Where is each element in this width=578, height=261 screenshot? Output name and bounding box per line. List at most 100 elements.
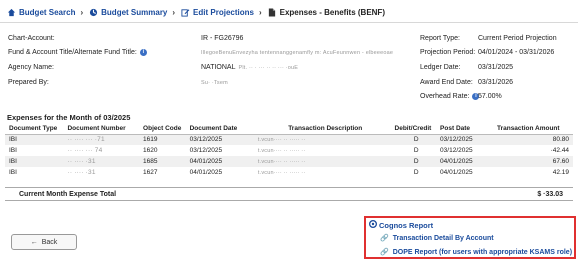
breadcrumb-label[interactable]: Budget Summary <box>101 8 167 17</box>
prepared-by-value-row: Su· ·Tsem <box>201 77 228 88</box>
column-header[interactable]: Document Date <box>188 124 257 135</box>
overhead-rate-value: 57.00% <box>478 93 502 100</box>
amount-cell: 42.19 <box>552 169 569 176</box>
transaction-detail-link[interactable]: 🔗 Transaction Detail By Account <box>380 234 494 243</box>
table-row: IBI ·· ···· ·31 1627 04/01/2025 t.vcun··… <box>5 167 573 178</box>
award-end-date-value-row: 03/31/2026 <box>478 77 513 88</box>
debit-credit-cell: D <box>393 134 440 145</box>
breadcrumb: Budget Search › Budget Summary › Edit Pr… <box>6 4 572 20</box>
chart-account-label: Chart-Account: <box>8 35 55 42</box>
object-code-cell: 1627 <box>143 169 158 176</box>
document-icon <box>267 7 277 17</box>
cognos-title: Cognos Report <box>369 220 433 230</box>
doc-date-cell: 03/12/2025 <box>188 134 257 145</box>
column-header[interactable]: Document Number <box>66 124 138 135</box>
breadcrumb-label[interactable]: Budget Search <box>19 8 75 17</box>
agency-row: Agency Name: <box>8 62 54 73</box>
table-header-row: Document Type Document Number Object Cod… <box>5 124 573 135</box>
amount-cell: 67.60 <box>495 156 573 167</box>
column-header[interactable]: Debit/Credit <box>393 124 440 135</box>
dope-report-link[interactable]: 🔗 DOPE Report (for users with appropriat… <box>380 248 572 257</box>
doc-type-cell: IBI <box>9 169 17 176</box>
breadcrumb-budget-search[interactable]: Budget Search <box>6 7 75 17</box>
doc-number-cell: ·· ···· ··· ·71 <box>66 134 138 145</box>
arrow-left-icon: ← <box>30 238 38 246</box>
prepared-by-value: Su· ·Tsem <box>201 79 228 86</box>
ledger-date-value-row: 03/31/2025 <box>478 62 513 73</box>
link-icon: 🔗 <box>380 235 389 242</box>
doc-date-cell: 03/12/2025 <box>189 147 223 154</box>
prepared-by-label: Prepared By: <box>8 79 49 86</box>
back-button-label: Back <box>41 238 58 246</box>
award-end-date-row: Award End Date: <box>420 77 473 88</box>
award-end-date-label: Award End Date: <box>420 79 473 86</box>
link-label[interactable]: DOPE Report (for users with appropriate … <box>393 249 572 256</box>
column-header[interactable]: Transaction Description <box>256 124 394 135</box>
doc-type-cell: IBI <box>9 147 17 154</box>
doc-date-cell: 04/01/2025 <box>189 169 223 176</box>
breadcrumb-edit-projections[interactable]: Edit Projections <box>180 7 254 17</box>
object-code-cell: 1620 <box>143 147 158 154</box>
column-header[interactable]: Document Type <box>5 124 67 135</box>
report-type-row: Report Type: <box>420 33 460 44</box>
overhead-rate-value-row: 57.00% <box>478 91 502 102</box>
projection-period-value: 04/01/2024 - 03/31/2026 <box>478 49 555 56</box>
doc-type-cell: IBI <box>5 134 67 145</box>
breadcrumb-label[interactable]: Edit Projections <box>193 8 254 17</box>
total-value: $ ·33.03 <box>537 190 563 198</box>
report-type-value: Current Period Projection <box>478 35 557 42</box>
ledger-date-row: Ledger Date: <box>420 62 460 73</box>
breadcrumb-budget-summary[interactable]: Budget Summary <box>88 7 167 17</box>
column-header[interactable]: Post Date <box>439 124 496 135</box>
column-header[interactable]: Transaction Amount <box>495 124 573 135</box>
overhead-rate-label: Overhead Rate: <box>420 93 470 100</box>
cognos-title-label: Cognos Report <box>379 220 434 230</box>
dashboard-icon <box>88 7 98 17</box>
projection-period-row: Projection Period: <box>420 47 475 58</box>
ledger-date-label: Ledger Date: <box>420 64 461 71</box>
post-date-cell: 04/01/2025 <box>440 169 473 176</box>
prepared-by-row: Prepared By: <box>8 77 49 88</box>
doc-number-cell: ·· ···· ·31 <box>67 169 96 176</box>
link-label[interactable]: Transaction Detail By Account <box>393 235 494 242</box>
home-icon <box>6 7 16 17</box>
column-header[interactable]: Object Code <box>137 124 189 135</box>
agency-value: NATIONAL <box>201 64 236 71</box>
edit-icon <box>180 7 190 17</box>
award-end-date-value: 03/31/2026 <box>478 79 514 86</box>
table-row: IBI ·· ···· ··· ·71 1619 03/12/2025 t.vc… <box>5 134 573 145</box>
post-date-cell: 04/01/2025 <box>439 156 496 167</box>
expenses-title: Expenses for the Month of 03/2025 <box>7 113 131 122</box>
object-code-cell: 1619 <box>137 134 189 145</box>
table-row: IBI ·· ···· ··· 74 1620 03/12/2025 t.vcu… <box>5 145 573 156</box>
projection-period-label: Projection Period: <box>420 49 476 56</box>
cognos-report-panel: Cognos Report 🔗 Transaction Detail By Ac… <box>364 216 576 259</box>
agency-label: Agency Name: <box>8 64 54 71</box>
fund-title-value-row: IllegoeBenuEnvezyha tentennanggenamfly m… <box>201 47 401 58</box>
cognos-icon <box>369 220 377 230</box>
total-row: Current Month Expense Total $ ·33.03 <box>5 187 573 201</box>
fund-title-label: Fund & Account Title/Alternate Fund Titl… <box>8 49 137 56</box>
link-icon: 🔗 <box>380 249 389 256</box>
chevron-right-icon: › <box>258 7 262 17</box>
agency-value-extra: Plt. ·· · ··· ·· ·· ··· ·ouE <box>238 64 299 71</box>
info-icon[interactable]: i <box>139 49 147 56</box>
overhead-rate-row: Overhead Rate: i <box>420 91 480 102</box>
debit-credit-cell: D <box>393 156 440 167</box>
breadcrumb-current: Expenses - Benefits (BENF) <box>267 7 385 17</box>
breadcrumb-label: Expenses - Benefits (BENF) <box>279 7 385 17</box>
doc-date-cell: 04/01/2025 <box>188 156 257 167</box>
back-button[interactable]: ← Back <box>11 234 77 250</box>
doc-number-cell: ·· ···· ··· 74 <box>67 147 103 154</box>
description-cell: t.vcun···· ·· ····· ·· <box>256 156 394 167</box>
table-row: IBI ·· ···· ·31 1685 04/01/2025 t.vcun··… <box>5 156 573 167</box>
projection-period-value-row: 04/01/2024 - 03/31/2026 <box>478 47 554 58</box>
doc-type-cell: IBI <box>5 156 67 167</box>
description-cell: t.vcun···· ·· ····· ·· <box>256 134 394 145</box>
chevron-right-icon: › <box>172 7 176 17</box>
amount-cell: 80.80 <box>495 134 573 145</box>
post-date-cell: 03/12/2025 <box>439 134 496 145</box>
doc-number-cell: ·· ···· ·31 <box>66 156 138 167</box>
amount-cell: ·42.44 <box>550 147 569 154</box>
description-cell: t.vcun···· ·· ····· ·· <box>257 169 306 176</box>
